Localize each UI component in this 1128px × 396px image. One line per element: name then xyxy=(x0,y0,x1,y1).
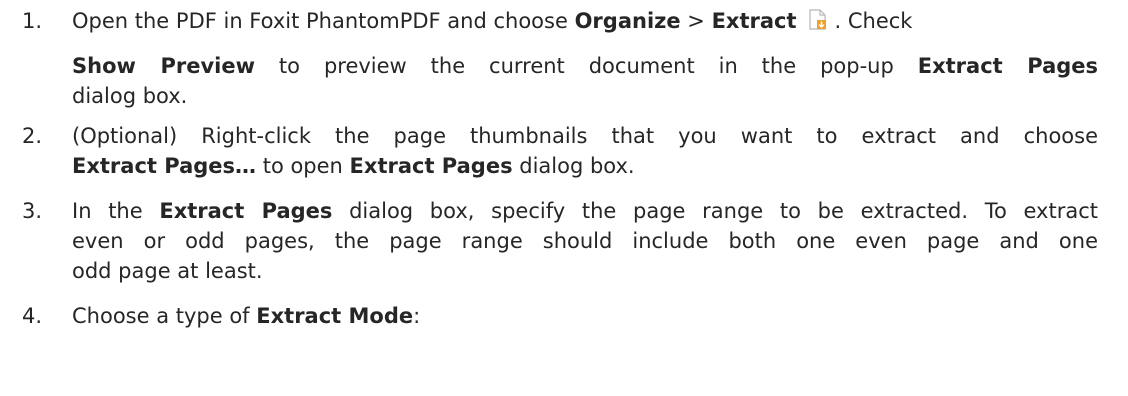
step-4-line-1: Choose a type of Extract Mode: xyxy=(72,301,1098,331)
document-page: 1. Open the PDF in Foxit PhantomPDF and … xyxy=(0,0,1128,396)
step-text: Open the PDF in Foxit PhantomPDF and cho… xyxy=(72,9,575,33)
step-3-line-1: In the Extract Pages dialog box, specify… xyxy=(72,196,1098,226)
step-text: > xyxy=(680,9,712,33)
dialog-extract-pages-label: Extract Pages xyxy=(917,54,1098,78)
step-text: to open xyxy=(256,154,350,178)
step-text: : xyxy=(413,304,421,328)
step-1-line-2: Show Preview to preview the current docu… xyxy=(72,51,1098,81)
step-1-line-3: dialog box. xyxy=(72,81,1098,111)
dialog-extract-pages-label: Extract Pages xyxy=(349,154,513,178)
extract-pages-icon xyxy=(807,8,829,32)
step-text: (Optional) Right-click the page thumbnai… xyxy=(72,124,1098,148)
step-text: dialog box, specify the page range to be… xyxy=(332,199,1098,223)
command-extract-pages-label: Extract Pages… xyxy=(72,154,257,178)
step-number: 2. xyxy=(22,124,43,148)
step-number: 3. xyxy=(22,199,43,223)
step-text: dialog box. xyxy=(72,84,188,108)
option-show-preview-label: Show Preview xyxy=(72,54,255,78)
step-text: In the xyxy=(72,199,160,223)
command-extract-label: Extract xyxy=(711,9,797,33)
dialog-extract-pages-label: Extract Pages xyxy=(159,199,333,223)
step-2-line-1: (Optional) Right-click the page thumbnai… xyxy=(72,121,1098,151)
step-2-line-2: Extract Pages… to open Extract Pages dia… xyxy=(72,151,1098,181)
step-text: Choose a type of xyxy=(72,304,257,328)
menu-organize-label: Organize xyxy=(574,9,681,33)
step-3-line-2: even or odd pages, the page range should… xyxy=(72,226,1098,256)
step-text: . Check xyxy=(834,9,913,33)
step-text: dialog box. xyxy=(512,154,635,178)
extract-mode-label: Extract Mode xyxy=(256,304,414,328)
step-number: 1. xyxy=(22,9,43,33)
step-1-line-1: Open the PDF in Foxit PhantomPDF and cho… xyxy=(72,6,1098,36)
step-text: odd page at least. xyxy=(72,259,263,283)
step-number: 4. xyxy=(22,304,43,328)
step-3-line-3: odd page at least. xyxy=(72,256,1098,286)
step-text: even or odd pages, the page range should… xyxy=(72,229,1098,253)
step-text: to preview the current document in the p… xyxy=(255,54,918,78)
